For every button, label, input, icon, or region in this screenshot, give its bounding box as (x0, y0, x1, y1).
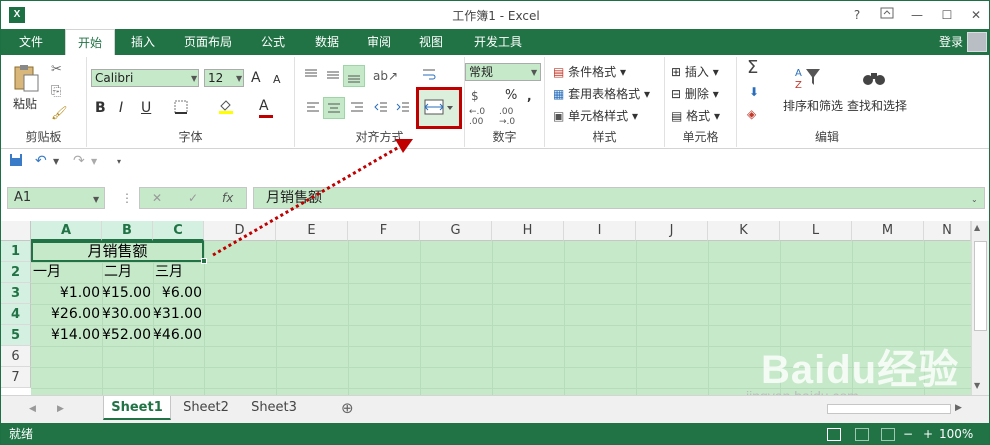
status-bar: 就绪 − + 100% (1, 423, 989, 444)
new-sheet-icon[interactable]: ⊕ (341, 399, 354, 417)
horizontal-scrollbar[interactable] (827, 404, 951, 414)
sheet-tab-2[interactable]: Sheet2 (173, 396, 239, 420)
zoom-level[interactable]: 100% (939, 423, 973, 444)
sheet-tab-bar: ◀ ▶ Sheet1 Sheet2 Sheet3 ⊕ ▶ (1, 395, 989, 423)
excel-window: X 工作簿1 - Excel ? — ☐ ✕ 文件 开始 插入 页面布局 公式 … (0, 0, 990, 445)
status-ready: 就绪 (9, 427, 34, 441)
next-sheet-icon[interactable]: ▶ (57, 400, 64, 418)
sheet-tab-3[interactable]: Sheet3 (241, 396, 307, 420)
sheet-tab-1[interactable]: Sheet1 (103, 396, 171, 420)
zoom-out-button[interactable]: − (903, 423, 913, 444)
page-break-view-icon[interactable] (881, 428, 895, 441)
normal-view-icon[interactable] (827, 428, 841, 441)
prev-sheet-icon[interactable]: ◀ (29, 400, 36, 418)
watermark-logo: Baidu经验 (761, 348, 960, 392)
page-layout-view-icon[interactable] (855, 428, 869, 441)
scroll-right-icon[interactable]: ▶ (955, 399, 962, 417)
zoom-in-button[interactable]: + (923, 423, 933, 444)
